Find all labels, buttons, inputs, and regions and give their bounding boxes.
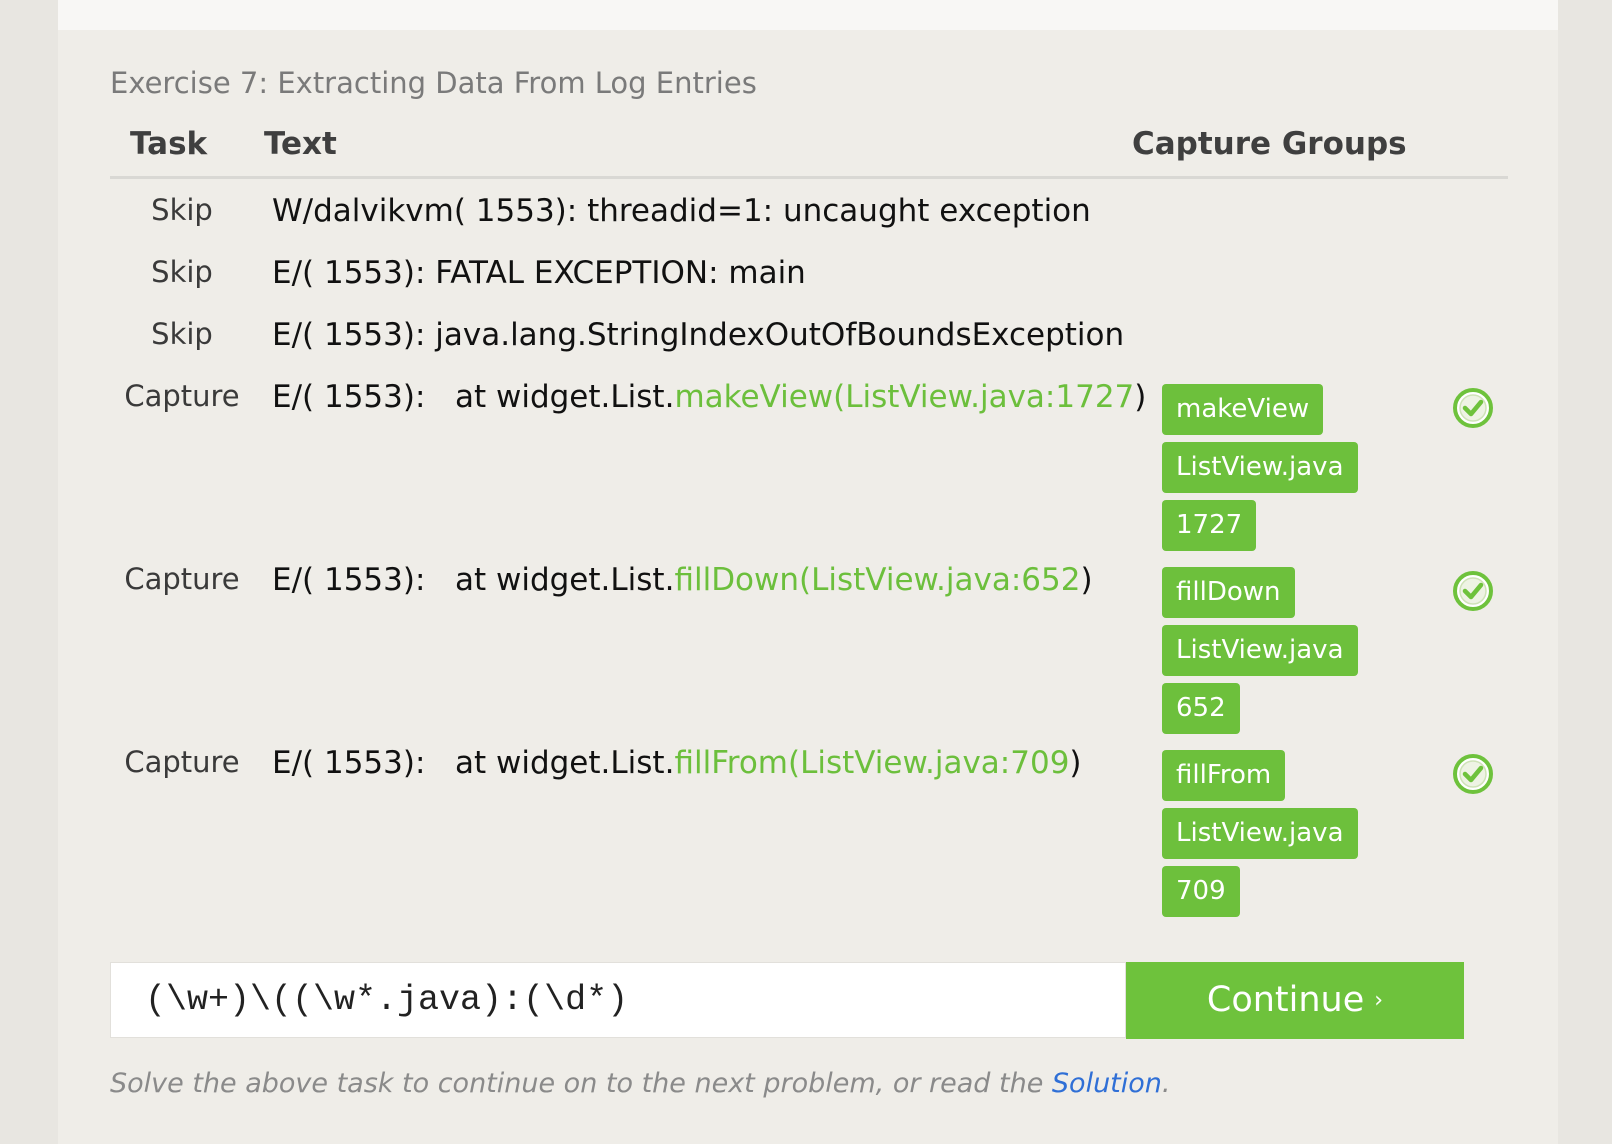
log-line-text: E/( 1553): java.lang.StringIndexOutOfBou… <box>272 317 1124 353</box>
capture-groups: fillDown ListView.java 652 <box>1162 567 1358 741</box>
capture-group-chip: makeView <box>1162 384 1324 435</box>
solution-link[interactable]: Solution <box>1052 1068 1162 1099</box>
header-divider <box>110 176 1508 179</box>
chevron-right-icon: › <box>1374 988 1384 1013</box>
log-text-suffix: ) <box>1069 745 1082 781</box>
log-text-match: makeView(ListView.java:1727 <box>674 379 1135 415</box>
log-text-prefix: E/( 1553): java.lang.StringIndexOutOfBou… <box>272 317 1125 353</box>
log-text-match: fillDown(ListView.java:652 <box>674 562 1081 598</box>
task-label: Capture <box>124 745 240 779</box>
continue-button-label: Continue <box>1206 980 1365 1020</box>
log-line-text: W/dalvikvm( 1553): threadid=1: uncaught … <box>272 193 1091 229</box>
continue-button[interactable]: Continue › <box>1126 962 1464 1039</box>
check-circle-icon <box>1453 571 1493 611</box>
task-label: Skip <box>151 317 213 351</box>
header-capture-groups: Capture Groups <box>1132 126 1407 162</box>
regex-input[interactable] <box>111 963 1125 1037</box>
header-text: Text <box>264 126 337 162</box>
capture-group-chip: ListView.java <box>1162 625 1358 676</box>
exercise-panel: Exercise 7: Extracting Data From Log Ent… <box>58 30 1558 1144</box>
task-label: Capture <box>124 379 240 413</box>
exercise-title: Exercise 7: Extracting Data From Log Ent… <box>110 66 757 100</box>
header-task: Task <box>130 126 208 162</box>
check-circle-icon <box>1453 388 1493 428</box>
log-text-prefix: W/dalvikvm( 1553): threadid=1: uncaught … <box>272 193 1091 229</box>
log-text-suffix: ) <box>1134 379 1147 415</box>
top-strip <box>58 0 1558 30</box>
capture-group-chip: fillFrom <box>1162 750 1286 801</box>
capture-group-chip: 709 <box>1162 866 1240 917</box>
regex-input-box[interactable] <box>110 962 1126 1038</box>
log-line-text: E/( 1553): FATAL EXCEPTION: main <box>272 255 806 291</box>
capture-group-chip: 652 <box>1162 683 1240 734</box>
capture-groups: fillFrom ListView.java 709 <box>1162 750 1358 924</box>
log-line-text: E/( 1553): at widget.List.fillFrom(ListV… <box>272 745 1082 781</box>
capture-group-chip: ListView.java <box>1162 808 1358 859</box>
log-line-text: E/( 1553): at widget.List.fillDown(ListV… <box>272 562 1093 598</box>
capture-group-chip: 1727 <box>1162 500 1257 551</box>
task-label: Skip <box>151 193 213 227</box>
capture-group-chip: ListView.java <box>1162 442 1358 493</box>
footer-hint: Solve the above task to continue on to t… <box>110 1068 1171 1099</box>
footer-end: . <box>1161 1068 1171 1099</box>
capture-groups: makeView ListView.java 1727 <box>1162 384 1358 558</box>
check-circle-icon <box>1453 754 1493 794</box>
log-line-text: E/( 1553): at widget.List.makeView(ListV… <box>272 379 1146 415</box>
log-text-prefix: E/( 1553): FATAL EXCEPTION: main <box>272 255 806 291</box>
log-text-suffix: ) <box>1080 562 1093 598</box>
log-text-prefix: E/( 1553): at widget.List. <box>272 745 675 781</box>
capture-group-chip: fillDown <box>1162 567 1295 618</box>
log-text-prefix: E/( 1553): at widget.List. <box>272 379 675 415</box>
log-text-prefix: E/( 1553): at widget.List. <box>272 562 675 598</box>
log-text-match: fillFrom(ListView.java:709 <box>674 745 1070 781</box>
task-label: Skip <box>151 255 213 289</box>
task-label: Capture <box>124 562 240 596</box>
footer-text: Solve the above task to continue on to t… <box>110 1068 1052 1099</box>
